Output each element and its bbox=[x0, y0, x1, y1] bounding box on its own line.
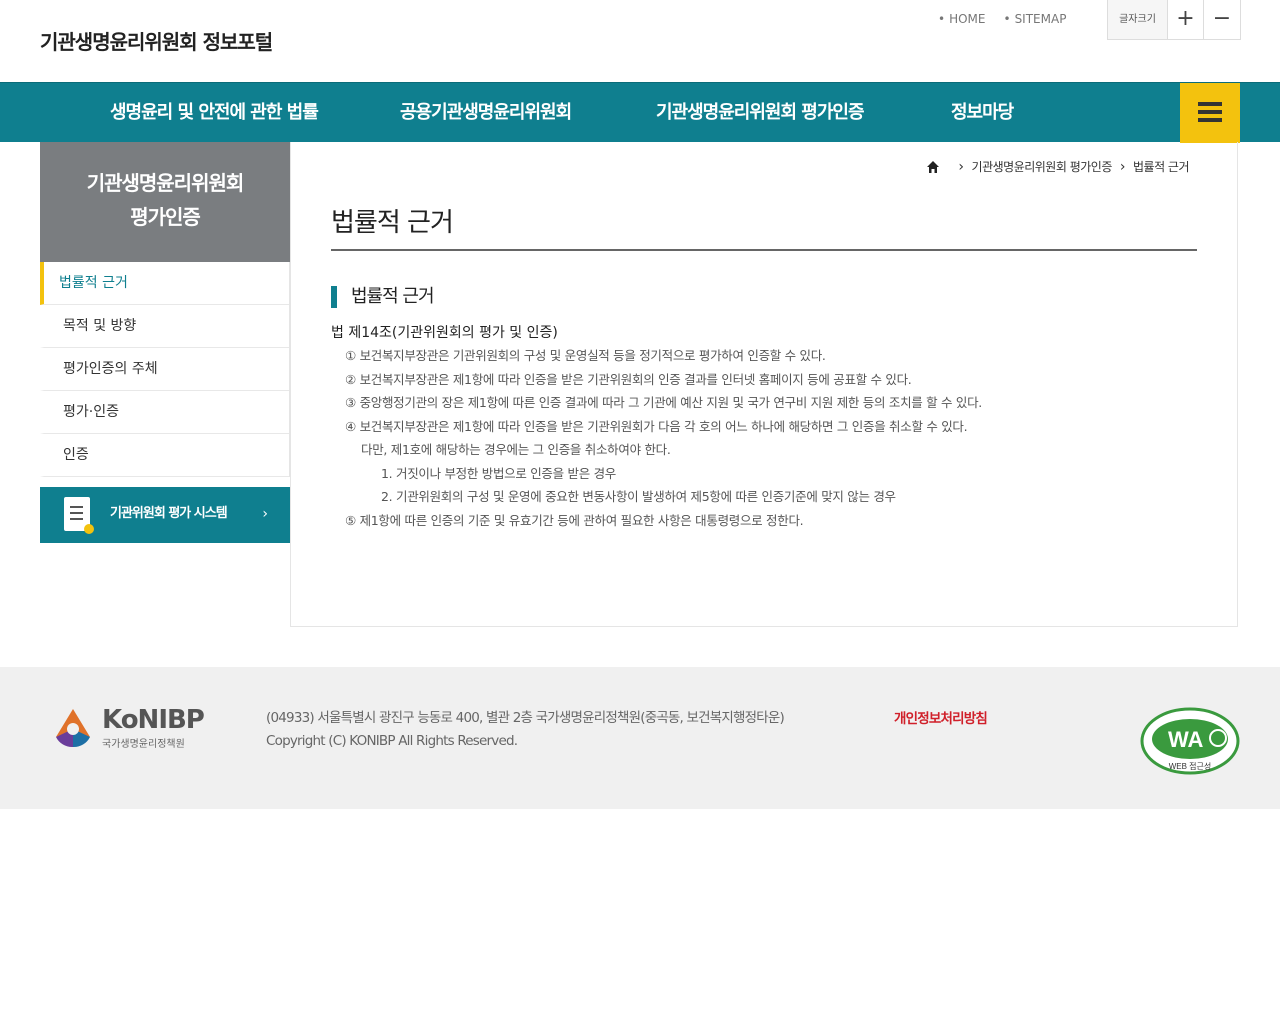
law-line: ① 보건복지부장관은 기관위원회의 구성 및 운영실적 등을 정기적으로 평가하… bbox=[345, 348, 826, 363]
hamburger-icon-bar bbox=[1198, 118, 1222, 122]
hamburger-icon-bar bbox=[1198, 110, 1222, 114]
nav-item-irb-accreditation[interactable]: 기관생명윤리위원회 평가인증 bbox=[656, 83, 865, 143]
main-content: › 기관생명윤리위원회 평가인증 › 법률적 근거 법률적 근거 법률적 근거 … bbox=[290, 142, 1238, 627]
wa-subtext: WEB 접근성 bbox=[1169, 761, 1212, 771]
sidebar-item-certification[interactable]: 인증 bbox=[40, 434, 289, 477]
sidebar-title-line1: 기관생명윤리위원회 bbox=[86, 171, 245, 195]
law-article-body: ① 보건복지부장관은 기관위원회의 구성 및 운영실적 등을 정기적으로 평가하… bbox=[345, 344, 982, 532]
wa-text: WA bbox=[1168, 727, 1204, 752]
law-line: ④ 보건복지부장관은 제1항에 따라 인증을 받은 기관위원회가 다음 각 호의… bbox=[345, 418, 968, 434]
home-link[interactable]: • HOME bbox=[938, 12, 985, 26]
nav-item-bioethics-law[interactable]: 생명윤리 및 안전에 관한 법률 bbox=[110, 83, 319, 143]
main-nav: 생명윤리 및 안전에 관한 법률 공용기관생명윤리위원회 기관생명윤리위원회 평… bbox=[0, 82, 1280, 143]
footer-address: (04933) 서울특별시 광진구 능동로 400, 별관 2층 국가생명윤리정… bbox=[266, 707, 785, 753]
law-line: ② 보건복지부장관은 제1항에 따라 인증을 받은 기관위원회의 인증 결과를 … bbox=[345, 371, 912, 387]
sidebar-title-line2: 평가인증 bbox=[130, 205, 201, 229]
sidebar-item-evaluation[interactable]: 평가·인증 bbox=[40, 391, 289, 434]
font-size-increase-button[interactable]: + bbox=[1168, 0, 1204, 39]
section-title: 법률적 근거 bbox=[331, 286, 435, 308]
law-line: 1. 거짓이나 부정한 방법으로 인증을 받은 경우 bbox=[381, 465, 616, 481]
logo-text: KoNIBP bbox=[102, 705, 205, 735]
logo-subtext: 국가생명윤리정책원 bbox=[102, 739, 185, 750]
nav-item-info[interactable]: 정보마당 bbox=[951, 83, 1014, 143]
header: 기관생명윤리위원회 정보포털 • HOME • SITEMAP 글자크기 + − bbox=[0, 0, 1280, 82]
page-title: 법률적 근거 bbox=[331, 202, 1197, 251]
home-icon[interactable] bbox=[926, 160, 940, 174]
breadcrumb-item-1[interactable]: 기관생명윤리위원회 평가인증 bbox=[972, 158, 1113, 175]
bullet-icon: • bbox=[938, 12, 946, 26]
law-line: ⑤ 제1항에 따른 인증의 기준 및 유효기간 등에 관하여 필요한 사항은 대… bbox=[345, 512, 804, 528]
sidebar-title: 기관생명윤리위원회 평가인증 bbox=[40, 142, 290, 262]
web-accessibility-badge: WA WEB 접근성 bbox=[1140, 707, 1240, 775]
bullet-icon: • bbox=[1003, 12, 1011, 26]
sidebar-item-subject[interactable]: 평가인증의 주체 bbox=[40, 348, 289, 391]
util-links: • HOME • SITEMAP bbox=[938, 12, 1066, 26]
copyright-line: Copyright (C) KONIBP All Rights Reserved… bbox=[266, 733, 518, 749]
konibp-logo: KoNIBP 국가생명윤리정책원 bbox=[52, 705, 212, 751]
evaluation-system-label: 기관위원회 평가 시스템 bbox=[110, 506, 228, 521]
evaluation-system-banner[interactable]: 기관위원회 평가 시스템 › bbox=[40, 487, 290, 543]
chevron-right-icon: › bbox=[262, 506, 268, 522]
nav-item-public-irb[interactable]: 공용기관생명윤리위원회 bbox=[400, 83, 572, 143]
law-line: ③ 중앙행정기관의 장은 제1항에 따른 인증 결과에 따라 그 기관에 예산 … bbox=[345, 395, 982, 410]
home-link-label: HOME bbox=[949, 12, 986, 26]
font-size-control: 글자크기 + − bbox=[1107, 0, 1241, 40]
breadcrumb: › 기관생명윤리위원회 평가인증 › 법률적 근거 bbox=[926, 158, 1190, 175]
privacy-policy-link[interactable]: 개인정보처리방침 bbox=[894, 707, 988, 727]
all-menu-button[interactable] bbox=[1180, 83, 1240, 143]
sitemap-link-label: SITEMAP bbox=[1014, 12, 1067, 26]
law-article-title: 법 제14조(기관위원회의 평가 및 인증) bbox=[331, 325, 558, 341]
law-line: 2. 기관위원회의 구성 및 운영에 중요한 변동사항이 발생하여 제5항에 따… bbox=[381, 489, 896, 504]
sidebar-menu: 법률적 근거 목적 및 방향 평가인증의 주체 평가·인증 인증 bbox=[40, 262, 290, 477]
address-line: (04933) 서울특별시 광진구 능동로 400, 별관 2층 국가생명윤리정… bbox=[266, 710, 785, 726]
site-title[interactable]: 기관생명윤리위원회 정보포털 bbox=[40, 26, 273, 55]
law-line: 다만, 제1호에 해당하는 경우에는 그 인증을 취소하여야 한다. bbox=[361, 442, 671, 457]
chevron-right-icon: › bbox=[958, 158, 964, 175]
sidebar-item-legal-basis[interactable]: 법률적 근거 bbox=[40, 262, 289, 305]
sidebar-item-purpose[interactable]: 목적 및 방향 bbox=[40, 305, 289, 348]
footer: KoNIBP 국가생명윤리정책원 (04933) 서울특별시 광진구 능동로 4… bbox=[0, 667, 1280, 809]
konibp-logo-icon bbox=[56, 709, 90, 748]
chevron-right-icon: › bbox=[1119, 158, 1126, 175]
hamburger-icon bbox=[1198, 102, 1222, 106]
font-size-decrease-button[interactable]: − bbox=[1204, 0, 1240, 39]
font-size-label: 글자크기 bbox=[1108, 0, 1168, 39]
sitemap-link[interactable]: • SITEMAP bbox=[1003, 12, 1066, 26]
breadcrumb-item-2: 법률적 근거 bbox=[1132, 160, 1190, 174]
document-icon bbox=[64, 497, 94, 534]
